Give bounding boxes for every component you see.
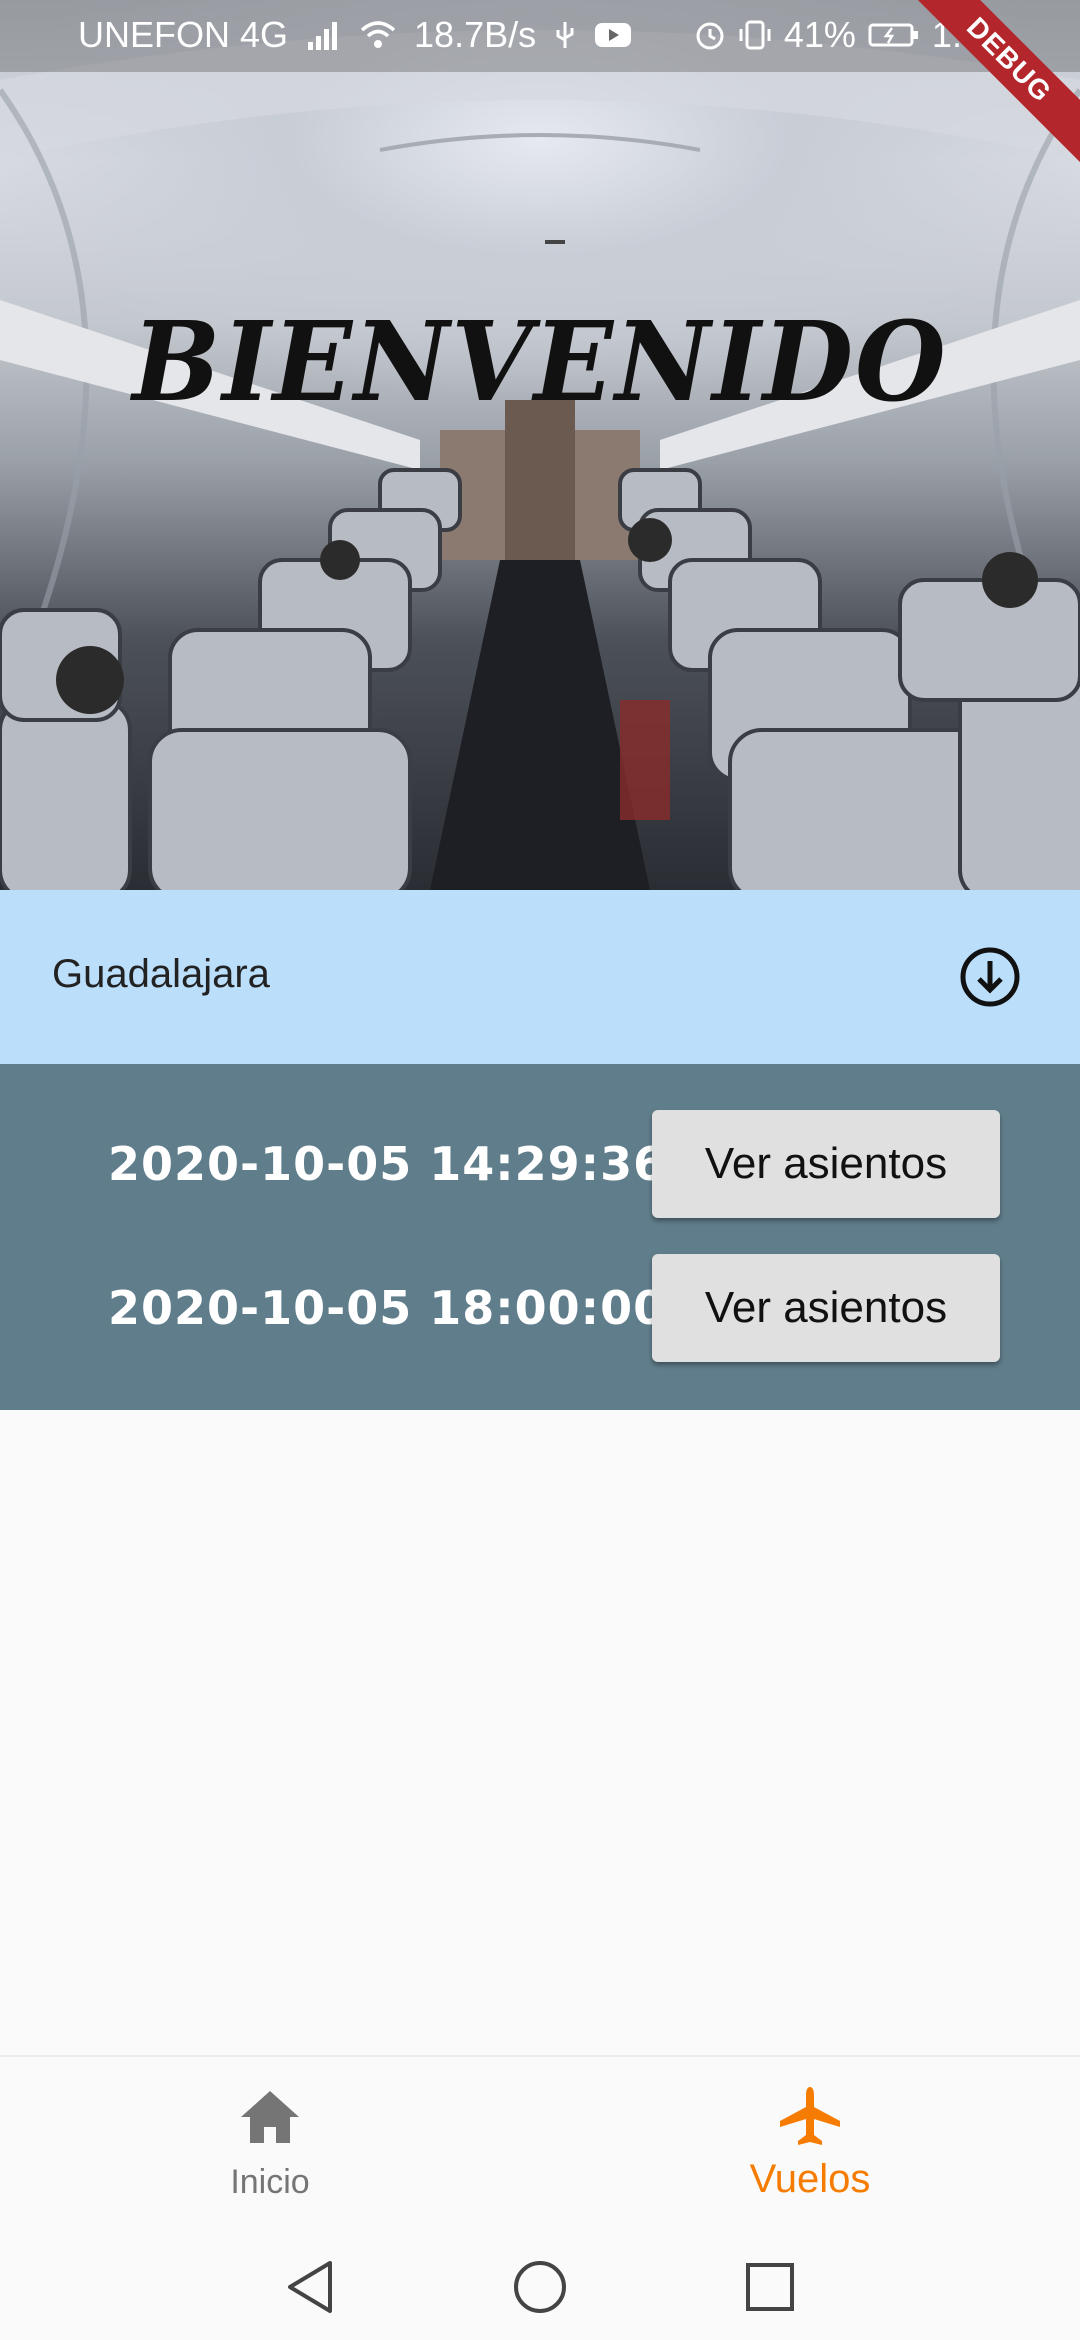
flight-datetime: 2020-10-05 18:00:00	[108, 1281, 667, 1335]
flights-list: 2020-10-05 14:29:36 Ver asientos 2020-10…	[0, 1064, 1080, 1410]
alarm-icon	[694, 19, 726, 51]
city-name: Guadalajara	[52, 952, 270, 996]
welcome-title: BIENVENIDO	[132, 296, 948, 427]
youtube-icon	[594, 21, 632, 49]
airplane-cabin-image	[0, 30, 1080, 890]
flight-row: 2020-10-05 14:29:36 Ver asientos	[0, 1110, 1080, 1218]
view-seats-button[interactable]: Ver asientos	[652, 1110, 1000, 1218]
city-expansion-header[interactable]: Guadalajara	[0, 890, 1080, 1064]
vibrate-icon	[738, 19, 772, 51]
flight-row: 2020-10-05 18:00:00 Ver asientos	[0, 1254, 1080, 1362]
flight-datetime: 2020-10-05 14:29:36	[108, 1137, 667, 1191]
net-speed-label: 18.7B/s	[414, 14, 537, 55]
arrow-circle-down-icon[interactable]	[958, 945, 1022, 1009]
hero-banner: BIENVENIDO	[0, 0, 1080, 890]
carrier-label: UNEFON 4G	[78, 14, 289, 55]
signal-icon	[306, 20, 342, 50]
back-icon[interactable]	[284, 2259, 336, 2320]
nav-label-vuelos: Vuelos	[749, 2157, 871, 2201]
nav-item-inicio[interactable]: Inicio	[0, 2057, 540, 2237]
usb-icon	[554, 20, 576, 50]
battery-percent-label: 41%	[783, 14, 856, 55]
battery-charging-icon	[868, 21, 920, 49]
status-bar: UNEFON 4G 18.7B/s 41% 1:15	[0, 0, 1080, 72]
nav-label-inicio: Inicio	[230, 2163, 310, 2201]
nav-item-vuelos[interactable]: Vuelos	[540, 2057, 1080, 2237]
home-circle-icon[interactable]	[512, 2259, 568, 2320]
recents-square-icon[interactable]	[744, 2261, 796, 2318]
bottom-navigation-bar: Inicio Vuelos	[0, 2055, 1080, 2237]
wifi-icon	[360, 20, 396, 50]
view-seats-button[interactable]: Ver asientos	[652, 1254, 1000, 1362]
system-navigation-bar	[0, 2235, 1080, 2340]
home-icon	[239, 2089, 301, 2150]
airplane-icon	[778, 2085, 842, 2152]
